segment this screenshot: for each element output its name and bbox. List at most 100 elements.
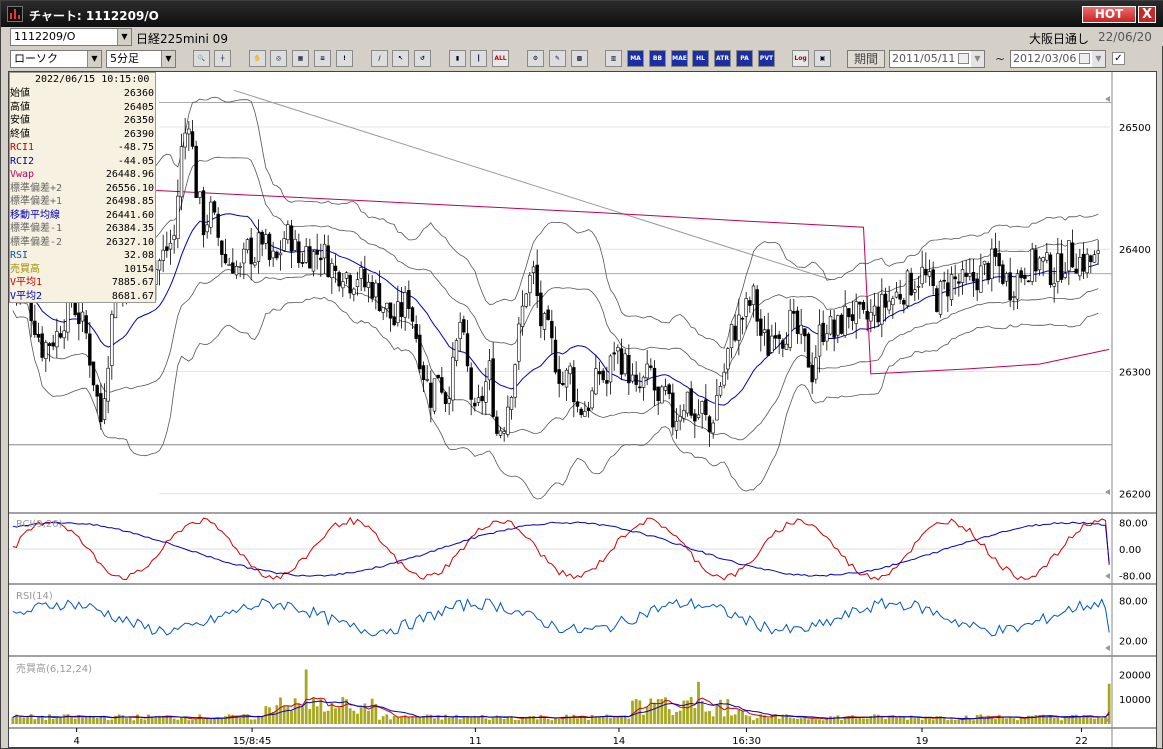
chevron-down-icon[interactable]: ▼	[1092, 51, 1105, 67]
chevron-down-icon[interactable]: ▼	[161, 51, 175, 67]
tools-icon[interactable]: ✎	[549, 50, 566, 67]
volume-bar	[1012, 718, 1016, 724]
candle-body	[627, 355, 631, 384]
apply-checkbox[interactable]: ✓	[1112, 52, 1125, 65]
volume-bar	[576, 718, 579, 724]
volume-bar	[128, 716, 132, 724]
volume-bar	[642, 714, 645, 724]
candle-body	[176, 195, 180, 239]
candle-body	[51, 342, 55, 347]
candle-body	[704, 399, 708, 415]
candle-body	[234, 266, 239, 276]
candle-body	[84, 315, 88, 334]
candle-body	[711, 422, 715, 434]
volume-bar	[172, 718, 176, 724]
mae-button[interactable]: MAE	[671, 50, 688, 67]
pvt-button[interactable]: PVT	[758, 50, 775, 67]
chart-area[interactable]: 26500 26400 26300 26200 RCI(9,26) 80.00 0.00 -8…	[8, 71, 1157, 748]
candle-body	[920, 266, 924, 285]
candle-body	[1001, 264, 1005, 284]
trade-icon[interactable]: ⚙	[527, 50, 544, 67]
date-from-field[interactable]: 2011/05/11 ▼	[889, 50, 985, 68]
hl-button[interactable]: HL	[692, 50, 709, 67]
mark-icon[interactable]: !	[336, 50, 353, 67]
volume-bar	[961, 719, 964, 724]
grid-icon[interactable]: ▥	[605, 50, 622, 67]
candle-body	[1015, 273, 1020, 300]
price-chart[interactable]: 26500 26400 26300 26200 RCI(9,26) 80.00 0.00 -8…	[9, 72, 1156, 747]
candle-body	[1085, 253, 1089, 274]
date-to-field[interactable]: 2012/03/06 ▼	[1010, 50, 1106, 68]
calendar-icon[interactable]	[958, 53, 969, 64]
info-label: RCI2	[10, 155, 35, 167]
volume-bar	[979, 714, 983, 724]
candle-body	[286, 224, 290, 241]
para-button[interactable]: PA RA	[736, 50, 753, 67]
candle-body	[1063, 273, 1067, 278]
volume-bar	[693, 708, 697, 724]
candle-body	[799, 324, 803, 335]
x-tick-label: 11	[469, 736, 482, 747]
chart-type-select[interactable]: ローソク ▼	[10, 50, 102, 68]
x-tick-label: 4	[73, 736, 79, 747]
hot-button[interactable]: HOT	[1082, 6, 1136, 23]
volume-bar	[895, 717, 898, 724]
export-icon[interactable]: ▣	[814, 50, 831, 67]
candle-body	[88, 333, 92, 366]
chevron-down-icon[interactable]: ▼	[87, 51, 101, 67]
candle-body	[432, 378, 437, 412]
info-row: 高値 26405	[10, 101, 156, 115]
volume-bar	[44, 719, 48, 724]
volume-bar	[202, 718, 205, 724]
table-icon[interactable]: ▦	[292, 50, 309, 67]
close-button[interactable]: X	[1138, 6, 1156, 23]
candle-body	[561, 382, 565, 385]
search-icon[interactable]: ◎	[270, 50, 287, 67]
info-label: RSI	[10, 250, 29, 261]
candle-body	[770, 335, 774, 353]
candle-body	[634, 374, 638, 385]
calendar-icon[interactable]	[1079, 53, 1090, 64]
fit-icon[interactable]: ┼	[214, 50, 231, 67]
volume-bar	[407, 717, 411, 724]
volume-bar	[147, 714, 150, 724]
erase-icon[interactable]: ↺	[414, 50, 431, 67]
drawing-icon[interactable]: ✋	[249, 50, 266, 67]
zoom-icon[interactable]: 🔍	[193, 50, 210, 67]
candle-icon[interactable]: ▮	[449, 50, 466, 67]
bar-icon[interactable]: ┃	[470, 50, 487, 67]
candle-body	[949, 274, 954, 300]
period-button[interactable]: 期間	[847, 50, 885, 68]
line-icon[interactable]: /	[371, 50, 388, 67]
candle-body	[777, 334, 781, 339]
cursor-icon[interactable]: ↖	[392, 50, 409, 67]
volume-bar	[612, 717, 616, 724]
chevron-down-icon[interactable]: ▼	[971, 51, 984, 67]
candle-body	[77, 312, 81, 325]
candle-body	[968, 273, 972, 277]
all-button[interactable]: ALL	[492, 50, 509, 67]
candle-body	[715, 395, 719, 421]
candle-body	[333, 265, 338, 271]
chevron-down-icon[interactable]: ▼	[117, 29, 131, 45]
candle-body	[828, 315, 833, 335]
candle-body	[1074, 268, 1078, 274]
atr-button[interactable]: ATR	[714, 50, 731, 67]
candle-body	[887, 300, 891, 311]
log-button[interactable]: Log	[792, 50, 809, 67]
volume-bar	[814, 719, 818, 724]
ma-button[interactable]: MA	[627, 50, 644, 67]
bb-button[interactable]: BB	[649, 50, 666, 67]
volume-bar	[653, 702, 656, 724]
interval-value: 5分足	[110, 52, 139, 65]
volume-bar	[249, 719, 253, 724]
interval-select[interactable]: 5分足 ▼	[106, 50, 176, 68]
volume-bar	[715, 704, 719, 724]
volume-bar	[917, 716, 920, 724]
color-icon[interactable]: ▩	[571, 50, 588, 67]
volume-bar	[1078, 716, 1082, 724]
code-select[interactable]: 1112209/O ▼	[10, 28, 132, 46]
title-bar[interactable]: チャート: 1112209/O HOT X	[1, 1, 1163, 27]
candle-body	[370, 281, 374, 299]
list-icon[interactable]: ≡	[314, 50, 331, 67]
